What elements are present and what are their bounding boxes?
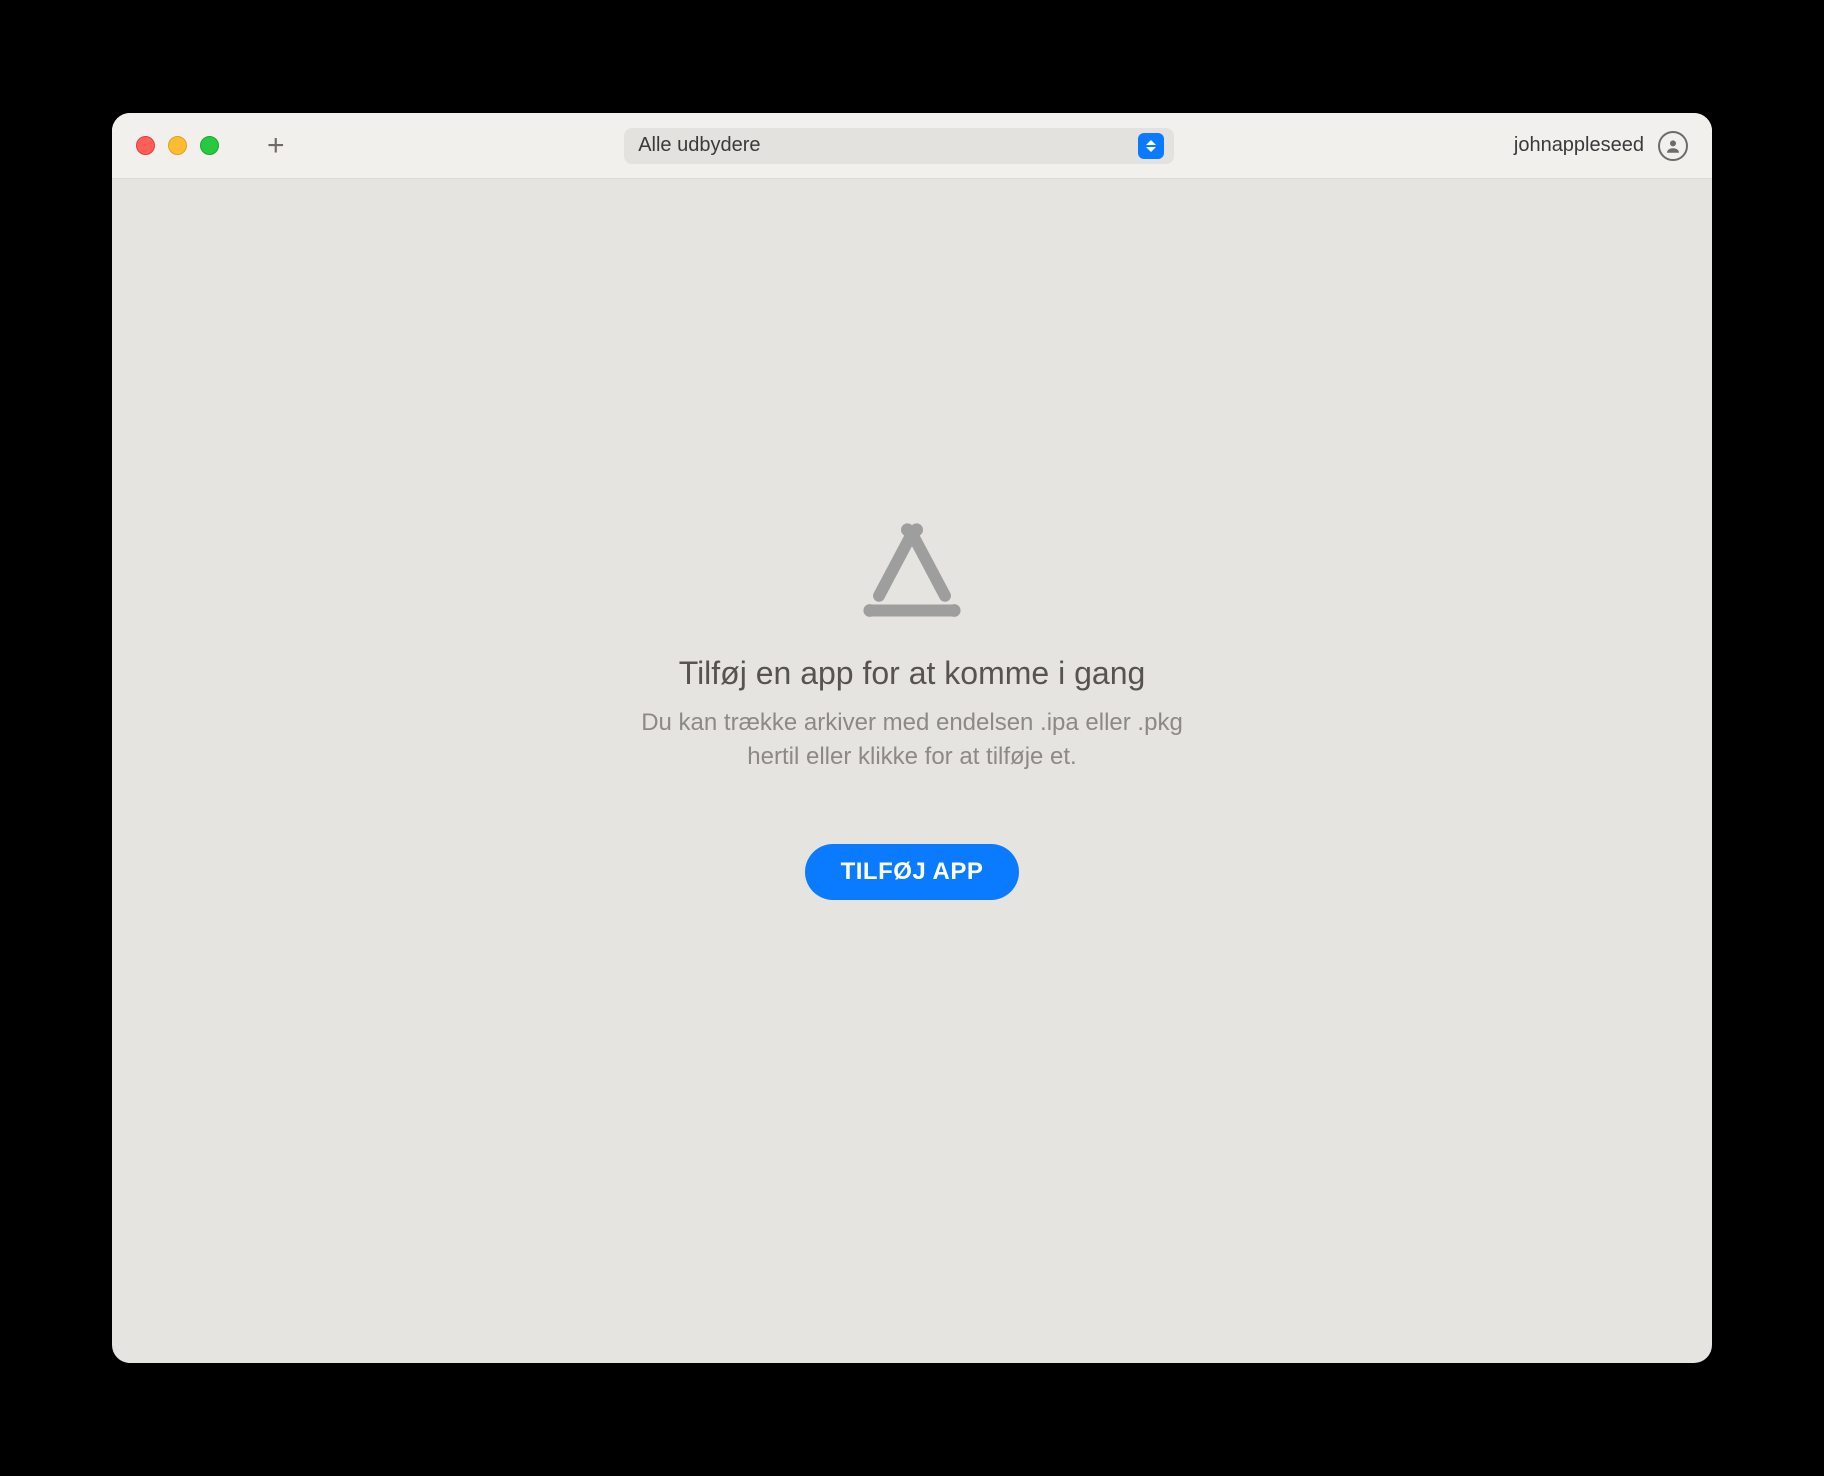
updown-icon — [1138, 133, 1164, 159]
empty-description: Du kan trække arkiver med endelsen .ipa … — [612, 706, 1212, 773]
zoom-window-button[interactable] — [200, 136, 219, 155]
account-area[interactable]: johnappleseed — [1514, 131, 1688, 161]
minimize-window-button[interactable] — [168, 136, 187, 155]
window-controls — [136, 136, 219, 155]
add-button[interactable]: + — [267, 131, 285, 161]
providers-select-label: Alle udbydere — [638, 134, 1138, 157]
app-window: + Alle udbydere johnappleseed — [112, 113, 1712, 1363]
providers-select[interactable]: Alle udbydere — [624, 128, 1174, 164]
add-app-button[interactable]: TILFØJ APP — [805, 844, 1020, 900]
account-avatar-icon — [1658, 131, 1688, 161]
toolbar-center: Alle udbydere — [299, 128, 1500, 164]
username-label: johnappleseed — [1514, 134, 1644, 157]
content-area[interactable]: Tilføj en app for at komme i gang Du kan… — [112, 179, 1712, 1363]
appstore-icon — [857, 522, 967, 627]
titlebar: + Alle udbydere johnappleseed — [112, 113, 1712, 179]
close-window-button[interactable] — [136, 136, 155, 155]
empty-state: Tilføj en app for at komme i gang Du kan… — [612, 522, 1212, 899]
empty-title: Tilføj en app for at komme i gang — [612, 655, 1212, 692]
